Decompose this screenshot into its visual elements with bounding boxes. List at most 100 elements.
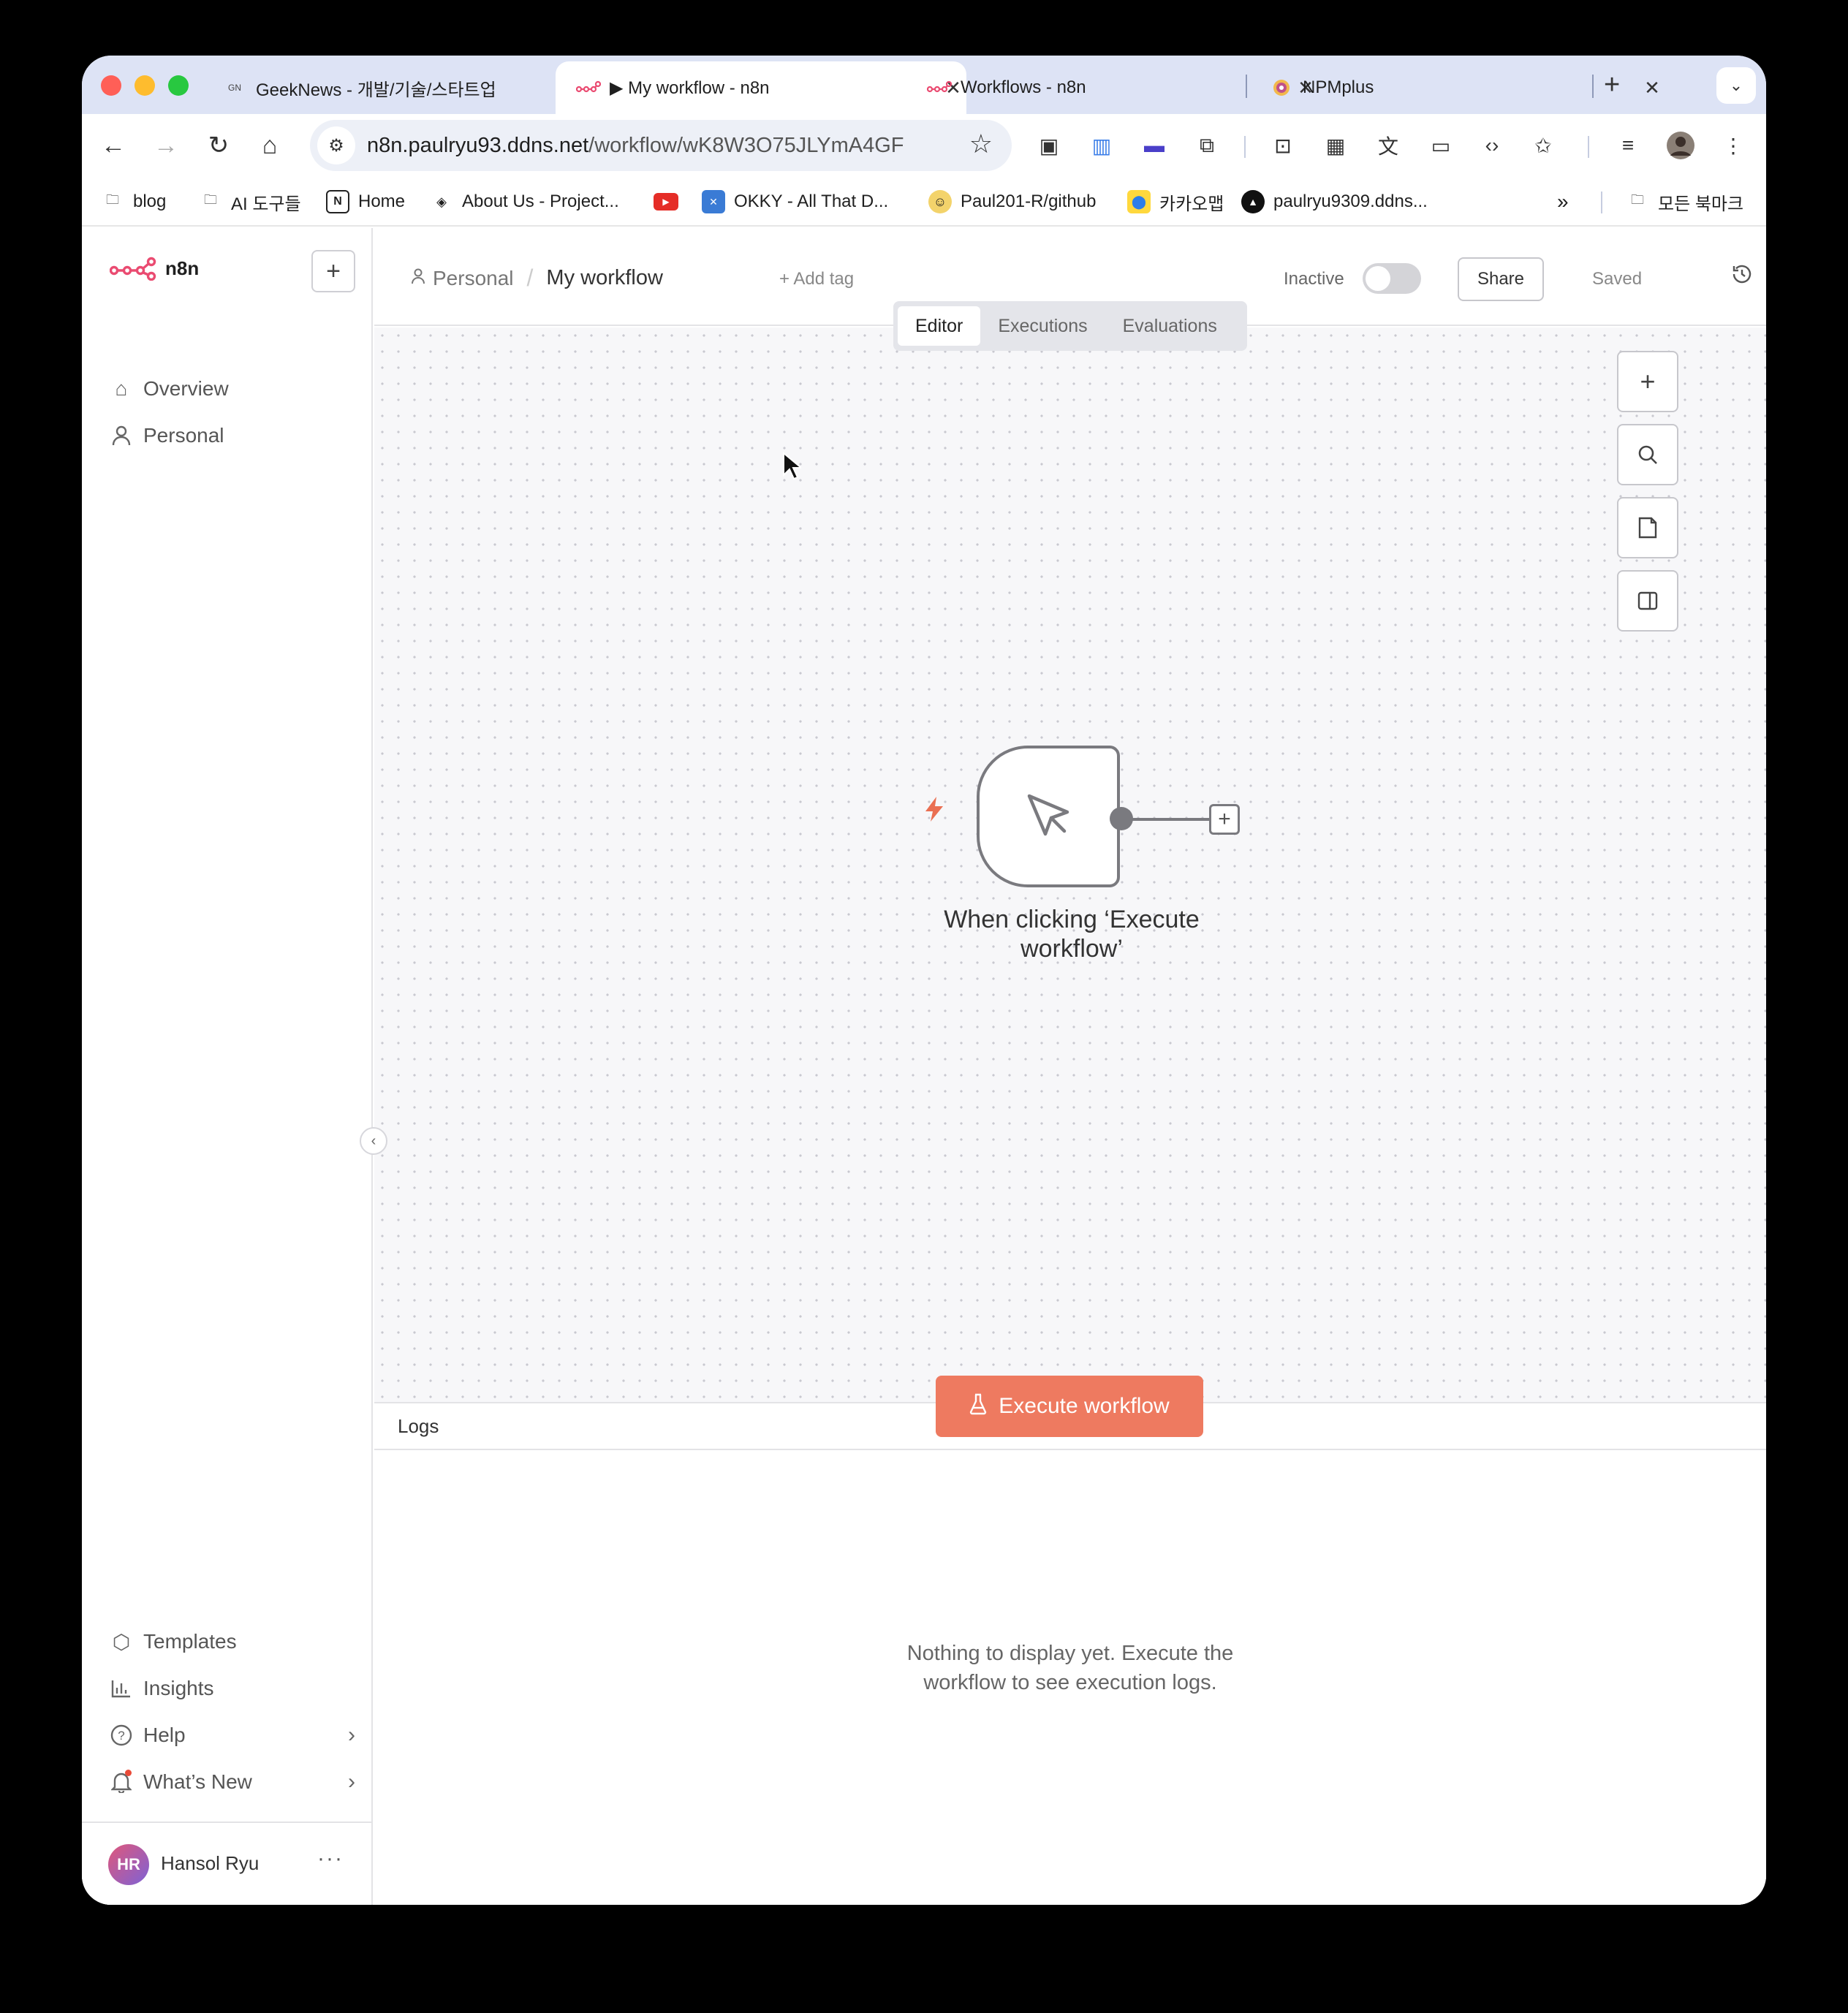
media-controls-icon[interactable]: ≡ <box>1611 129 1645 162</box>
bookmark-github[interactable]: ☺ Paul201-R/github <box>928 187 1096 216</box>
active-toggle[interactable] <box>1363 263 1421 294</box>
toggle-knob <box>1366 266 1390 291</box>
bookmark-home[interactable]: N Home <box>326 187 405 216</box>
n8n-logo[interactable]: n8n <box>110 256 199 281</box>
picture-in-picture-icon[interactable]: ▣ <box>1032 129 1066 162</box>
cast-icon[interactable]: ⊡ <box>1266 129 1300 162</box>
sidebar-item-insights[interactable]: Insights <box>107 1671 355 1706</box>
bookmark-label: paulryu9309.ddns... <box>1273 192 1428 211</box>
youtube-icon: ▶ <box>654 193 678 211</box>
bookmarks-bar: 🗀 blog 🗀 AI 도구들 N Home ◈ About Us - Project.… <box>82 177 1766 227</box>
browser-window: GN GeekNews - 개발/기술/스타트업 ✕ ▶ My workflow… <box>82 56 1766 1905</box>
sidebar-item-help[interactable]: ? Help › <box>107 1718 355 1753</box>
close-tab-icon[interactable]: ✕ <box>1639 77 1665 99</box>
forward-button[interactable]: → <box>146 126 186 165</box>
help-icon: ? <box>107 1724 136 1746</box>
add-tag-link[interactable]: + Add tag <box>779 269 854 289</box>
collapse-sidebar-chevron-icon[interactable]: ‹ <box>360 1127 387 1155</box>
puzzle-extensions-icon[interactable]: ⧉ <box>1190 129 1224 162</box>
devices-icon[interactable]: ▭ <box>1424 129 1458 162</box>
tab-title: Workflows - n8n <box>961 77 1086 97</box>
tab-editor[interactable]: Editor <box>898 306 981 346</box>
add-node-button[interactable]: + <box>1617 351 1678 412</box>
sidebar-item-label: Personal <box>143 424 224 447</box>
tab-title: GeekNews - 개발/기술/스타트업 <box>256 80 496 100</box>
breadcrumb-project[interactable]: Personal <box>433 267 514 290</box>
bookmark-label: Home <box>358 192 406 211</box>
bookmark-okky[interactable]: ✕ OKKY - All That D... <box>702 187 888 216</box>
logs-panel-body: Nothing to display yet. Execute the work… <box>374 1450 1766 1905</box>
lightning-bolt-icon <box>923 795 946 830</box>
bookmark-label: 카카오맵 <box>1159 194 1224 214</box>
tab-search-chevron-icon[interactable]: ⌄ <box>1716 67 1756 104</box>
more-bookmarks-chevron-icon[interactable]: » <box>1557 187 1569 216</box>
bookmark-paulryu[interactable]: ▲ paulryu9309.ddns... <box>1241 187 1428 216</box>
bookmark-blog[interactable]: 🗀 blog <box>101 187 166 216</box>
profile-avatar-icon[interactable] <box>1664 129 1697 162</box>
bookmark-star-icon[interactable]: ☆ <box>969 129 993 159</box>
bookmark-youtube[interactable]: ▶ <box>654 187 687 216</box>
history-icon[interactable] <box>1731 263 1753 290</box>
user-name[interactable]: Hansol Ryu <box>161 1852 259 1875</box>
reader-extension-icon[interactable]: ▥ <box>1085 129 1118 162</box>
node-connection-line <box>1132 818 1211 821</box>
address-bar[interactable]: ⚙ n8n.paulryu93.ddns.net/workflow/wK8W3O… <box>310 120 1012 171</box>
sidebar-item-overview[interactable]: ⌂ Overview <box>107 371 355 406</box>
workflow-name[interactable]: My workflow <box>546 266 663 290</box>
maximize-window-button[interactable] <box>168 75 189 96</box>
tab-evaluations[interactable]: Evaluations <box>1105 306 1235 346</box>
geeknews-favicon-icon: GN <box>228 83 241 93</box>
chart-icon <box>107 1679 136 1698</box>
code-icon[interactable]: ‹› <box>1475 129 1509 162</box>
url-text[interactable]: n8n.paulryu93.ddns.net/workflow/wK8W3O75… <box>367 134 904 158</box>
back-button[interactable]: ← <box>94 126 133 165</box>
bookmark-kakaomap[interactable]: ⬤ 카카오맵 <box>1127 187 1224 216</box>
create-new-button[interactable]: + <box>311 250 355 292</box>
tab-divider <box>1246 75 1247 98</box>
browser-menu-icon[interactable]: ⋮ <box>1716 129 1750 162</box>
svg-text:?: ? <box>118 1729 124 1743</box>
url-host: n8n.paulryu93.ddns.net <box>367 133 589 157</box>
new-tab-button[interactable]: + <box>1604 69 1620 101</box>
manual-trigger-node-body[interactable] <box>977 746 1120 887</box>
bookmark-label: blog <box>133 192 167 211</box>
side-panel-icon[interactable] <box>1617 570 1678 632</box>
bookmark-label: AI 도구들 <box>231 194 301 214</box>
qr-code-icon[interactable]: ▦ <box>1319 129 1352 162</box>
search-icon[interactable] <box>1617 424 1678 485</box>
n8n-favicon-icon <box>576 79 601 96</box>
url-path: /workflow/wK8W3O75JLYmA4GF <box>588 133 904 157</box>
flask-icon <box>969 1393 987 1420</box>
user-menu-more-icon[interactable]: ··· <box>317 1846 344 1871</box>
avatar[interactable]: HR <box>108 1844 149 1885</box>
tab-my-workflow[interactable]: ▶ My workflow - n8n ✕ <box>556 61 966 114</box>
bell-icon <box>107 1770 136 1793</box>
sidebar-item-label: Templates <box>143 1630 237 1653</box>
execute-workflow-button[interactable]: Execute workflow <box>936 1376 1203 1437</box>
home-button[interactable]: ⌂ <box>250 126 289 165</box>
mouse-cursor-icon <box>783 452 801 480</box>
translate-icon[interactable]: 文 <box>1371 129 1405 162</box>
sticky-note-icon[interactable] <box>1617 497 1678 558</box>
favorites-icon[interactable]: ✩ <box>1526 129 1560 162</box>
bookmark-about-us[interactable]: ◈ About Us - Project... <box>430 187 619 216</box>
node-output-handle[interactable] <box>1110 807 1133 830</box>
n8n-favicon-icon <box>927 79 952 96</box>
bookmark-ai-tools[interactable]: 🗀 AI 도구들 <box>199 187 301 216</box>
okky-icon: ✕ <box>702 190 725 213</box>
tab-workflows[interactable]: Workflows - n8n ✕ <box>911 61 1319 114</box>
add-next-node-button[interactable]: + <box>1209 804 1240 835</box>
workflow-canvas[interactable]: + + When clicking ‘Execute workflow’ <box>374 327 1766 1608</box>
sidebar-item-personal[interactable]: Personal <box>107 418 355 453</box>
close-window-button[interactable] <box>101 75 121 96</box>
extension-icon[interactable]: ▬ <box>1137 129 1171 162</box>
site-settings-icon[interactable]: ⚙ <box>317 126 355 164</box>
tab-executions[interactable]: Executions <box>980 306 1105 346</box>
sidebar-item-whats-new[interactable]: What’s New › <box>107 1764 355 1800</box>
minimize-window-button[interactable] <box>135 75 155 96</box>
reload-button[interactable]: ↻ <box>199 126 238 165</box>
all-bookmarks[interactable]: 🗀 모든 북마크 <box>1626 187 1743 216</box>
sidebar: n8n + ⌂ Overview Personal ⬡ Templates In… <box>82 228 373 1905</box>
sidebar-item-templates[interactable]: ⬡ Templates <box>107 1624 355 1659</box>
share-button[interactable]: Share <box>1458 257 1544 301</box>
